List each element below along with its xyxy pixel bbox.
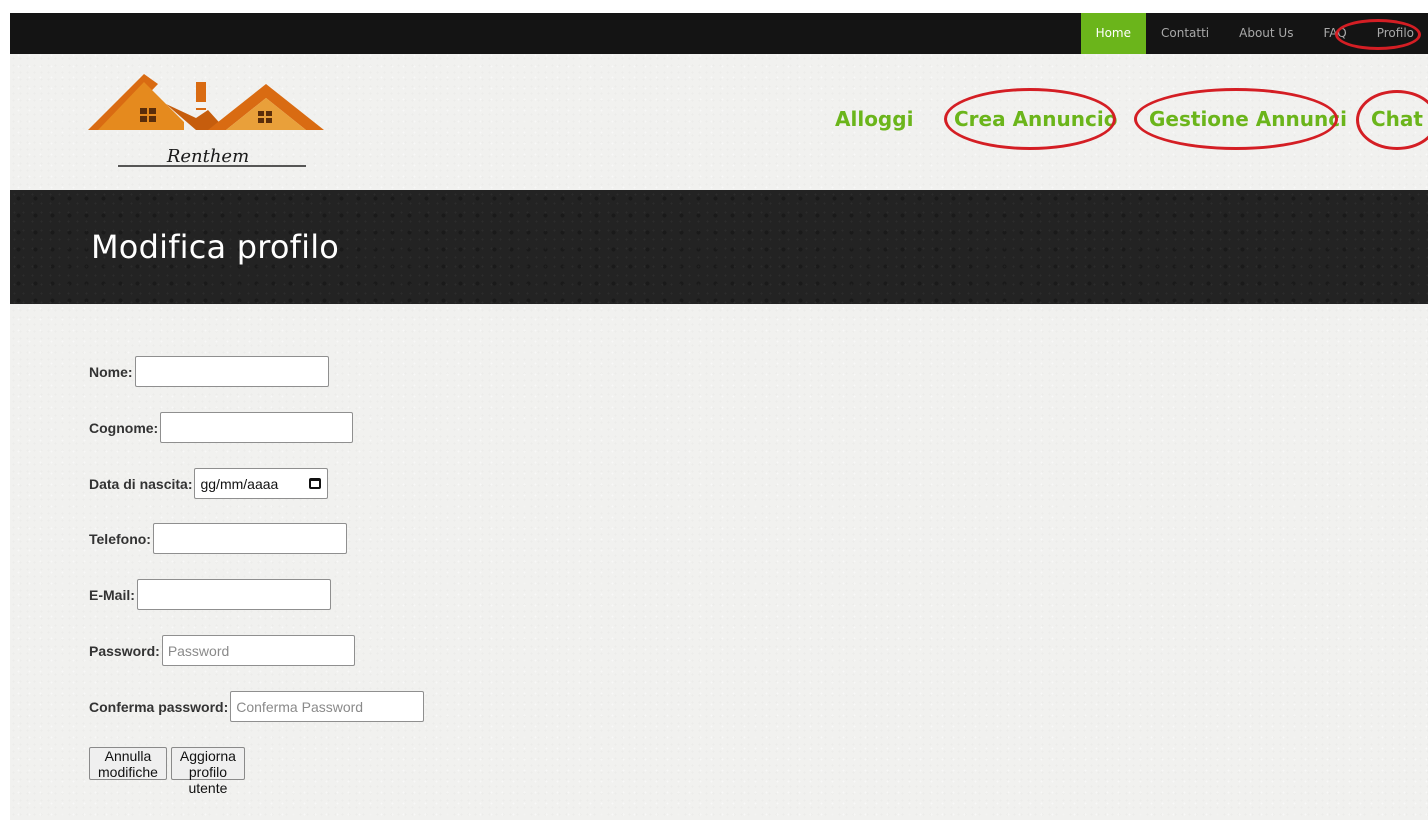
data-nascita-input[interactable]: gg/mm/aaaa [194,468,329,499]
top-nav-contatti[interactable]: Contatti [1146,13,1224,54]
form-row-data-nascita: Data di nascita: gg/mm/aaaa [89,468,329,499]
aggiorna-profilo-button[interactable]: Aggiorna profilo utente [170,747,245,796]
main-nav-gestione-annunci[interactable]: Gestione Annunci [1149,104,1347,134]
cognome-input[interactable] [160,412,354,443]
conferma-password-label: Conferma password: [89,698,229,715]
page: Home Contatti About Us FAQ Profilo Renth… [10,13,1428,820]
top-nav-about-us[interactable]: About Us [1224,13,1308,54]
form-row-conferma-password: Conferma password: [89,691,425,722]
top-nav: Home Contatti About Us FAQ Profilo [1080,13,1428,54]
top-bar: Home Contatti About Us FAQ Profilo [10,13,1428,54]
annulla-modifiche-button[interactable]: Annulla modifiche [89,747,167,780]
conferma-password-input[interactable] [230,691,425,722]
top-nav-home[interactable]: Home [1080,13,1146,54]
header: Renthem Alloggi Crea Annuncio Gestione A… [10,54,1428,190]
main-nav: Alloggi Crea Annuncio Gestione Annunci C… [10,54,1428,190]
form-row-password: Password: [89,635,355,666]
password-input[interactable] [161,635,355,666]
page-banner: Modifica profilo [10,190,1428,304]
nome-input[interactable] [134,356,329,387]
top-nav-profilo[interactable]: Profilo [1362,13,1428,54]
email-label: E-Mail: [89,586,135,603]
form-row-nome: Nome: [89,356,329,387]
telefono-label: Telefono: [89,530,151,547]
telefono-input[interactable] [152,523,347,554]
data-nascita-label: Data di nascita: [89,475,193,492]
main-nav-chat[interactable]: Chat [1371,104,1423,134]
form-buttons: Annulla modifiche Aggiorna profilo utent… [89,747,245,796]
password-label: Password: [89,642,160,659]
page-title: Modifica profilo [91,228,340,266]
email-input[interactable] [136,579,331,610]
form-row-cognome: Cognome: [89,412,354,443]
form-row-email: E-Mail: [89,579,331,610]
data-nascita-placeholder: gg/mm/aaaa [200,475,279,492]
nome-label: Nome: [89,363,133,380]
calendar-icon[interactable] [309,478,322,489]
cognome-label: Cognome: [89,419,159,436]
top-nav-faq[interactable]: FAQ [1308,13,1361,54]
form-row-telefono: Telefono: [89,523,347,554]
main-nav-crea-annuncio[interactable]: Crea Annuncio [954,104,1117,134]
main-nav-alloggi[interactable]: Alloggi [835,104,913,134]
